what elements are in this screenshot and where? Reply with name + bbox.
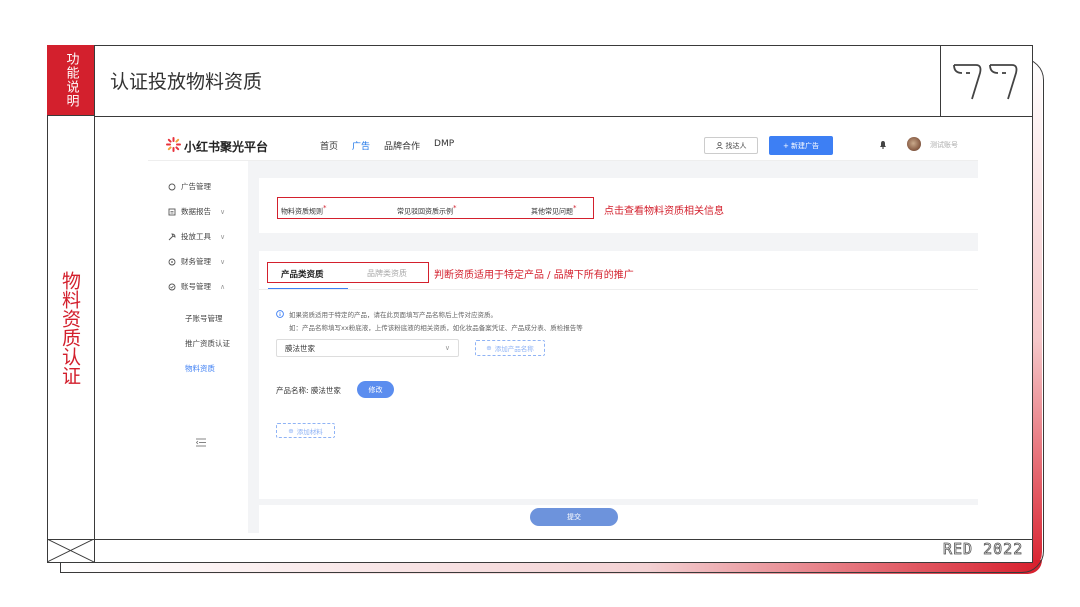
footer-divider <box>47 539 1033 540</box>
new-ad-button[interactable]: + 新建广告 <box>769 136 833 155</box>
sidebar-item-label: 投放工具 <box>181 232 211 241</box>
report-icon <box>168 208 176 215</box>
info-notice-line1: 如果资质适用于特定的产品，请在此页面填写产品名称后上传对应资质。 <box>276 309 497 319</box>
platform-logo-text: 小红书聚光平台 <box>184 140 269 154</box>
find-creator-label: 找达人 <box>725 141 747 150</box>
sidebar: 广告管理 数据报告 ∨ 投放工具 ∨ 财务管理 ∨ 账号管理 ∧ 子账号管理 推… <box>148 161 248 533</box>
cross-icon <box>46 538 95 563</box>
footer-cross-box <box>46 538 95 563</box>
collapse-sidebar-icon[interactable] <box>196 438 206 447</box>
plus-circle-icon: ⊕ <box>486 344 492 352</box>
brand-mark: RED 2022 <box>943 540 1024 559</box>
add-material-label: 添加材料 <box>296 427 323 436</box>
sidebar-item-label: 广告管理 <box>181 182 211 191</box>
section-label-column: 物料资质认证 <box>47 116 95 539</box>
link-faq[interactable]: 其他常见问题* <box>531 204 577 216</box>
feature-tag: 功能说明 <box>47 45 95 116</box>
section-label: 物料资质认证 <box>59 270 81 385</box>
slide-title: 认证投放物料资质 <box>110 72 263 93</box>
circle-icon <box>168 183 176 190</box>
main-content: 物料资质规则* 常见驳回资质示例* 其他常见问题* 点击查看物料资质相关信息 产… <box>248 161 978 533</box>
add-product-name-button[interactable]: ⊕ 添加产品名称 <box>475 340 545 356</box>
footer-strip <box>259 505 978 533</box>
tool-icon <box>168 233 176 240</box>
product-select[interactable]: 膜法世家 ∨ <box>276 339 459 357</box>
link-material-rules[interactable]: 物料资质规则* <box>281 204 327 216</box>
main-nav: 首页 广告 品牌合作 DMP <box>320 139 454 152</box>
annotation-links-note: 点击查看物料资质相关信息 <box>604 206 724 217</box>
finance-icon <box>168 258 176 265</box>
logo-icon <box>166 137 181 152</box>
qualification-card: 产品类资质 品牌类资质 判断资质适用于特定产品 / 品牌下所有的推广 如果资质适… <box>259 251 978 499</box>
avatar[interactable] <box>907 137 921 151</box>
quote-mark-box <box>940 45 1033 116</box>
sidebar-subitem-sub-accounts[interactable]: 子账号管理 <box>185 313 223 324</box>
plus-circle-icon: ⊕ <box>288 426 294 435</box>
chevron-down-icon: ∨ <box>220 257 226 266</box>
platform-screenshot: 小红书聚光平台 首页 广告 品牌合作 DMP 找达人 + 新建广告 测试账号 广… <box>148 128 978 533</box>
chevron-down-icon: ∨ <box>220 207 226 216</box>
sidebar-item-ad-management[interactable]: 广告管理 <box>168 181 211 192</box>
sidebar-item-delivery-tools[interactable]: 投放工具 ∨ <box>168 231 225 242</box>
product-select-value: 膜法世家 <box>285 343 315 353</box>
annotation-tabs-note: 判断资质适用于特定产品 / 品牌下所有的推广 <box>434 270 634 281</box>
sidebar-item-account-management[interactable]: 账号管理 ∧ <box>168 281 225 292</box>
find-creator-button[interactable]: 找达人 <box>704 137 758 154</box>
tab-product-qualification[interactable]: 产品类资质 <box>281 268 324 280</box>
edit-button[interactable]: 修改 <box>357 381 394 398</box>
nav-item-ads[interactable]: 广告 <box>352 139 370 152</box>
info-notice-text-1: 如果资质适用于特定的产品，请在此页面填写产品名称后上传对应资质。 <box>289 311 497 319</box>
sidebar-item-label: 数据报告 <box>181 207 211 216</box>
submit-button[interactable]: 提交 <box>530 508 618 526</box>
sidebar-subitem-material-qualification[interactable]: 物料资质 <box>185 363 215 374</box>
info-notice-line2: 如：产品名称填写xx粉底液，上传该粉底液的相关资质，如化妆品备案凭证、产品成分表… <box>289 324 583 332</box>
nav-item-brand-collab[interactable]: 品牌合作 <box>384 139 420 152</box>
chevron-down-icon: ∨ <box>444 344 450 352</box>
bell-icon[interactable] <box>879 140 887 149</box>
tab-brand-qualification[interactable]: 品牌类资质 <box>367 268 407 279</box>
person-icon <box>715 142 723 149</box>
sidebar-item-label: 财务管理 <box>181 257 211 266</box>
info-links-card: 物料资质规则* 常见驳回资质示例* 其他常见问题* 点击查看物料资质相关信息 <box>259 178 978 233</box>
product-name-label: 产品名称: 膜法世家 <box>276 386 341 395</box>
sidebar-item-label: 账号管理 <box>181 282 211 291</box>
sidebar-item-finance[interactable]: 财务管理 ∨ <box>168 256 225 267</box>
account-name[interactable]: 测试账号 <box>930 140 958 150</box>
chevron-down-icon: ∨ <box>220 232 226 241</box>
add-material-button[interactable]: ⊕ 添加材料 <box>276 423 335 438</box>
nav-item-dmp[interactable]: DMP <box>434 139 454 152</box>
tab-divider <box>259 289 978 290</box>
header-divider <box>95 116 1032 117</box>
add-product-name-label: 添加产品名称 <box>494 345 534 353</box>
sidebar-subitem-promo-qualification[interactable]: 推广资质认证 <box>185 338 230 349</box>
quote-icon <box>953 63 1018 99</box>
nav-item-home[interactable]: 首页 <box>320 139 338 152</box>
chevron-up-icon: ∧ <box>220 282 226 291</box>
account-icon <box>168 283 176 290</box>
top-navigation-bar: 小红书聚光平台 首页 广告 品牌合作 DMP 找达人 + 新建广告 测试账号 <box>148 128 978 161</box>
link-rejection-examples[interactable]: 常见驳回资质示例* <box>397 204 457 216</box>
sidebar-item-data-report[interactable]: 数据报告 ∨ <box>168 206 225 217</box>
info-icon <box>276 310 284 318</box>
